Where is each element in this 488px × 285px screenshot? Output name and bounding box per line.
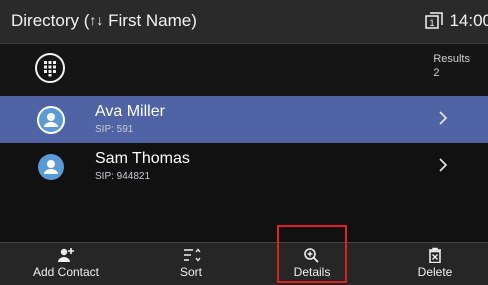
line-1-icon: 1 [425, 12, 444, 30]
delete-button[interactable]: Delete [410, 243, 460, 285]
contact-sip: SIP: 591 [95, 124, 134, 135]
add-contact-icon [58, 248, 74, 262]
contact-avatar-icon [38, 154, 64, 180]
contact-row[interactable]: Ava Miller SIP: 591 [0, 96, 488, 143]
directory-screen: Directory (↑↓ First Name) 1 14:00 Result… [0, 0, 488, 285]
page-title: Directory (↑↓ First Name) [11, 11, 197, 31]
status-area: 1 14:00 [425, 11, 488, 31]
contact-sip: SIP: 944821 [95, 171, 151, 182]
details-highlight-box [277, 225, 347, 283]
add-contact-label: Add Contact [32, 265, 100, 279]
softkey-bar: Add Contact Sort Details Delete [0, 242, 488, 285]
sort-button[interactable]: Sort [166, 243, 216, 285]
results-label: Results [433, 53, 470, 65]
dialpad-icon[interactable] [34, 52, 66, 84]
delete-label: Delete [417, 265, 453, 279]
title-suffix: First Name) [103, 11, 197, 30]
contact-name: Ava Miller [95, 103, 165, 120]
title-bar: Directory (↑↓ First Name) 1 14:00 [0, 0, 488, 44]
sort-label: Sort [179, 265, 202, 279]
svg-text:1: 1 [430, 18, 435, 28]
results-indicator: Results 2 [433, 52, 470, 80]
contact-name: Sam Thomas [95, 150, 190, 167]
sort-direction-icon: ↑↓ [89, 12, 104, 28]
contact-row[interactable]: Sam Thomas SIP: 944821 [0, 143, 488, 190]
results-count: 2 [433, 67, 440, 79]
title-prefix: Directory ( [11, 11, 90, 30]
clock: 14:00 [449, 11, 488, 30]
directory-toolbar-row: Results 2 [0, 44, 488, 96]
chevron-right-icon[interactable] [438, 156, 448, 174]
sort-icon [184, 248, 201, 262]
chevron-right-icon[interactable] [438, 109, 448, 127]
trash-icon [429, 247, 441, 263]
contact-avatar-icon [37, 106, 65, 134]
add-contact-button[interactable]: Add Contact [26, 243, 106, 285]
